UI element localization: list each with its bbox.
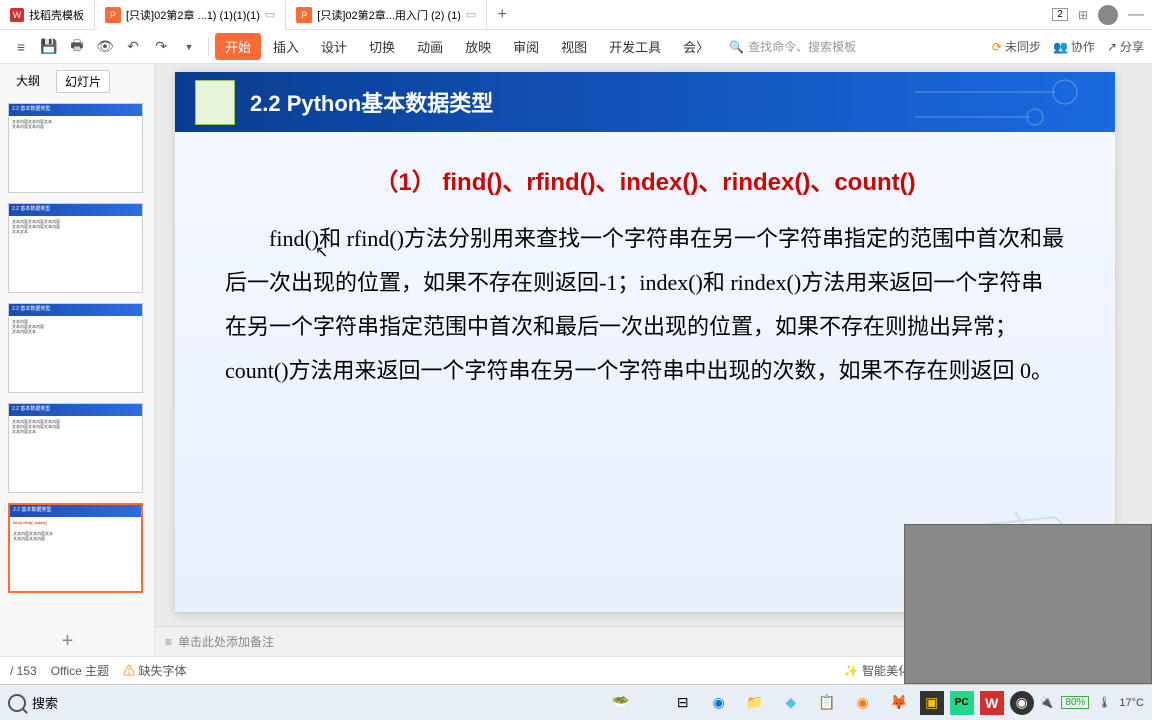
theme-label[interactable]: Office 主题 [51, 662, 109, 679]
slides-tab[interactable]: 幻灯片 [56, 70, 110, 93]
collab-button[interactable]: 👥协作 [1053, 38, 1095, 55]
firefox-icon[interactable]: 🦊 [884, 688, 914, 718]
app-icon[interactable]: ◆ [776, 688, 806, 718]
ribbon-design[interactable]: 设计 [311, 33, 357, 60]
page-indicator: / 153 [10, 664, 37, 678]
app-icon[interactable]: ◉ [848, 688, 878, 718]
add-slide-button[interactable]: + [0, 626, 135, 656]
save-icon[interactable]: 💾 [36, 34, 62, 60]
ribbon-transition[interactable]: 切换 [359, 33, 405, 60]
battery-indicator[interactable]: 80% [1061, 696, 1089, 709]
food-icon[interactable]: 🥗 [606, 688, 636, 718]
obs-icon[interactable]: ◉ [1010, 691, 1034, 715]
slide-thumb[interactable]: 2.2 基本数据类型文本内容文本内容文本内容文本内容文本内容文本内容文本内容文本 [8, 403, 143, 493]
tab-doc1[interactable]: P [只读]02第2章 ...1) (1)(1)(1) ▭ [95, 0, 286, 30]
taskview-icon[interactable]: ⊟ [668, 688, 698, 718]
slide-thumb[interactable]: 2.2 基本数据类型文本内容文本内容文本文本内容文本内容 [8, 103, 143, 193]
apps-icon[interactable]: ⊞ [1078, 8, 1088, 22]
plug-icon[interactable]: 🔌 [1040, 696, 1054, 709]
ribbon-dev[interactable]: 开发工具 [599, 33, 671, 60]
avatar[interactable] [1098, 5, 1118, 25]
outline-tab[interactable]: 大纲 [8, 70, 48, 93]
app-icon[interactable]: 📋 [812, 688, 842, 718]
presentation-mode-icon[interactable]: ▭ [265, 8, 275, 21]
slide-thumb[interactable]: 2.2 基本数据类型文本内容文本内容文本内容文本内容文本 [8, 303, 143, 393]
wps-icon: W [10, 8, 24, 22]
thumbnail-panel[interactable]: 2.2 基本数据类型文本内容文本内容文本文本内容文本内容 2.2 基本数据类型文… [0, 99, 154, 626]
app-icon[interactable]: ▣ [920, 691, 944, 715]
webcam-overlay [904, 524, 1152, 684]
sync-button[interactable]: ⟳未同步 [992, 38, 1041, 55]
redo-icon[interactable]: ↷ [148, 34, 174, 60]
ppt-icon: P [296, 7, 312, 23]
share-button[interactable]: ↗分享 [1107, 38, 1144, 55]
menu-icon[interactable]: ≡ [8, 34, 34, 60]
dropdown-icon[interactable]: ▼ [176, 34, 202, 60]
slide-heading: （1） find()、rfind()、index()、rindex()、coun… [225, 162, 1065, 197]
search-icon: 🔍 [729, 40, 744, 54]
tab-doc2[interactable]: P [只读]02第2章...用入门 (2) (1) ▭ [286, 0, 487, 30]
preview-icon[interactable]: 👁 [92, 34, 118, 60]
search-input[interactable]: 🔍 查找命令、搜索模板 [729, 38, 929, 55]
ribbon-view[interactable]: 视图 [551, 33, 597, 60]
search-label: 搜索 [32, 693, 58, 712]
print-icon[interactable]: 🖶 [64, 34, 90, 60]
pycharm-icon[interactable]: PC [950, 691, 974, 715]
notes-icon: ≡ [165, 635, 172, 649]
start-search[interactable]: 搜索 [8, 693, 58, 712]
tab-label: 找稻壳模板 [29, 7, 84, 23]
slide-paragraph: find()和 rfind()方法分别用来查找一个字符串在另一个字符串指定的范围… [225, 217, 1065, 393]
tab-label: [只读]02第2章...用入门 (2) (1) [317, 7, 461, 23]
explorer-icon[interactable]: 📁 [740, 688, 770, 718]
slide-thumb[interactable]: 2.2 基本数据类型文本内容文本内容文本内容文本内容文本内容文本内容文本文本 [8, 203, 143, 293]
ribbon-insert[interactable]: 插入 [263, 33, 309, 60]
search-icon [8, 694, 26, 712]
weather-icon[interactable]: 🌡 [1097, 696, 1111, 709]
ribbon-slideshow[interactable]: 放映 [455, 33, 501, 60]
ribbon-animation[interactable]: 动画 [407, 33, 453, 60]
minimize-icon[interactable]: — [1128, 6, 1144, 24]
ribbon-start[interactable]: 开始 [215, 33, 261, 60]
slide-section-title: 2.2 Python基本数据类型 [250, 86, 493, 118]
add-tab-button[interactable]: + [487, 6, 517, 24]
presentation-mode-icon[interactable]: ▭ [466, 8, 476, 21]
edge-icon[interactable]: ◉ [704, 688, 734, 718]
cursor-icon: ↖ [315, 242, 328, 262]
circuit-decoration [915, 72, 1115, 132]
temperature: 17°C [1119, 697, 1144, 709]
ppt-icon: P [105, 7, 121, 23]
wps-icon[interactable]: W [980, 691, 1004, 715]
book-icon [195, 80, 235, 125]
tab-label: [只读]02第2章 ...1) (1)(1)(1) [126, 7, 260, 23]
missing-font[interactable]: ⚠ 缺失字体 [123, 662, 186, 679]
tab-templates[interactable]: W 找稻壳模板 [0, 0, 95, 30]
ribbon-review[interactable]: 审阅 [503, 33, 549, 60]
slide-thumb-current[interactable]: 2.2 基本数据类型find() rfind() index()文本内容文本内容… [8, 503, 143, 593]
notes-placeholder[interactable]: 单击此处添加备注 [178, 633, 274, 650]
undo-icon[interactable]: ↶ [120, 34, 146, 60]
search-placeholder: 查找命令、搜索模板 [748, 38, 856, 55]
ribbon-hui[interactable]: 会〉 [673, 33, 719, 60]
window-number[interactable]: 2 [1052, 8, 1068, 21]
